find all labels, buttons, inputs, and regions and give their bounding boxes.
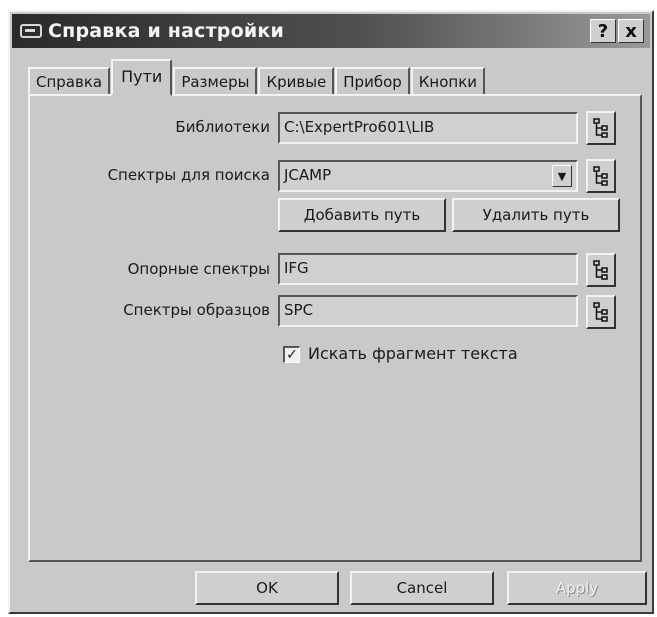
reference-spectra-field[interactable]: IFG <box>278 253 578 285</box>
app-icon <box>20 24 42 38</box>
folder-tree-icon <box>593 260 608 280</box>
sample-spectra-browse-button[interactable] <box>586 295 616 329</box>
tab-device[interactable]: Прибор <box>335 67 410 96</box>
ok-button[interactable]: OK <box>195 571 339 605</box>
sample-spectra-label: Спектры образцов <box>123 301 270 319</box>
help-button[interactable]: ? <box>590 19 616 43</box>
tab-curves[interactable]: Кривые <box>258 67 335 96</box>
folder-tree-icon <box>593 118 608 138</box>
folder-tree-icon <box>593 166 608 186</box>
libraries-browse-button[interactable] <box>586 111 616 145</box>
close-button[interactable]: x <box>618 19 644 43</box>
search-fragment-label: Искать фрагмент текста <box>308 344 518 363</box>
add-path-button[interactable]: Добавить путь <box>278 198 446 232</box>
sample-spectra-field[interactable]: SPC <box>278 295 578 327</box>
tab-help[interactable]: Справка <box>28 67 111 96</box>
settings-dialog: Справка и настройки ? x Справка Пути Раз… <box>8 10 654 614</box>
reference-spectra-browse-button[interactable] <box>586 253 616 287</box>
tab-paths[interactable]: Пути <box>111 59 173 96</box>
libraries-path-field[interactable]: C:\ExpertPro601\LIB <box>278 112 578 144</box>
remove-path-button[interactable]: Удалить путь <box>452 198 620 232</box>
search-spectra-combo[interactable]: JCAMP <box>278 160 578 192</box>
reference-spectra-label: Опорные спектры <box>127 260 270 278</box>
cancel-button[interactable]: Cancel <box>350 571 494 605</box>
search-spectra-label: Спектры для поиска <box>107 166 270 184</box>
search-fragment-checkbox[interactable]: ✓ <box>283 346 300 363</box>
tab-strip: Справка Пути Размеры Кривые Прибор Кнопк… <box>28 58 486 96</box>
title-bar: Справка и настройки ? x <box>12 14 650 48</box>
apply-button: Apply <box>507 571 647 605</box>
folder-tree-icon <box>593 302 608 322</box>
libraries-label: Библиотеки <box>175 118 270 136</box>
title-buttons: ? x <box>590 19 644 43</box>
tab-buttons[interactable]: Кнопки <box>410 67 486 96</box>
tab-sizes[interactable]: Размеры <box>173 67 258 96</box>
chevron-down-icon[interactable]: ▼ <box>552 165 572 187</box>
window-title: Справка и настройки <box>48 20 284 42</box>
search-spectra-value: JCAMP <box>284 166 332 184</box>
search-spectra-browse-button[interactable] <box>586 159 616 193</box>
paths-panel: Библиотеки C:\ExpertPro601\LIB Спектры д… <box>28 94 642 562</box>
